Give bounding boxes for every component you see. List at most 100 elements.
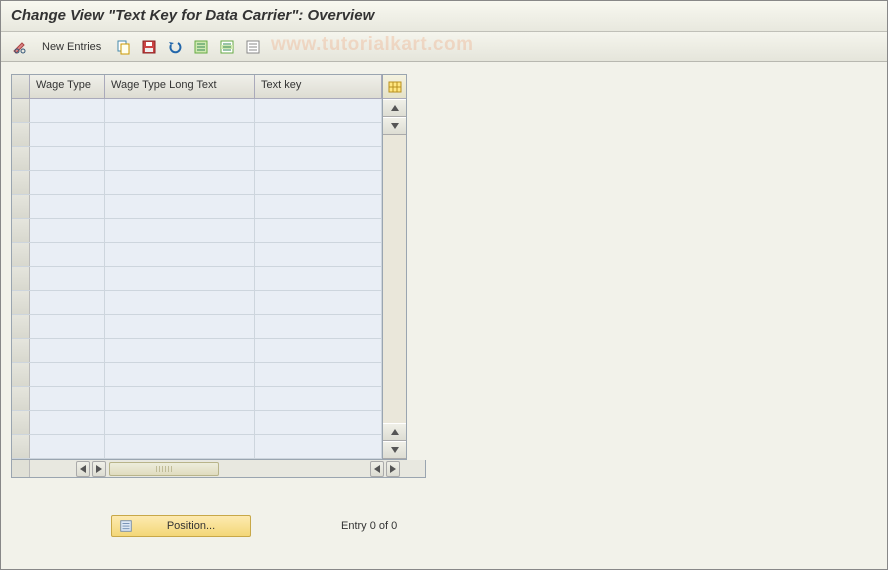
deselect-all-button[interactable] xyxy=(242,37,264,57)
scroll-right-button[interactable] xyxy=(92,461,106,477)
cell-long-text[interactable] xyxy=(105,219,255,242)
toggle-edit-button[interactable] xyxy=(9,37,31,57)
position-label: Position... xyxy=(136,520,246,532)
table-row xyxy=(12,411,382,435)
cell-text-key[interactable] xyxy=(255,219,382,242)
cell-long-text[interactable] xyxy=(105,243,255,266)
scroll-left-end-button[interactable] xyxy=(370,461,384,477)
undo-button[interactable] xyxy=(164,37,186,57)
cell-text-key[interactable] xyxy=(255,363,382,386)
cell-wage-type[interactable] xyxy=(30,291,105,314)
vertical-scrollbar xyxy=(383,74,407,460)
entry-status-text: Entry 0 of 0 xyxy=(341,520,397,532)
cell-wage-type[interactable] xyxy=(30,243,105,266)
select-all-button[interactable] xyxy=(190,37,212,57)
cell-text-key[interactable] xyxy=(255,435,382,458)
table-row xyxy=(12,243,382,267)
row-selector[interactable] xyxy=(12,291,30,314)
row-selector[interactable] xyxy=(12,147,30,170)
cell-long-text[interactable] xyxy=(105,339,255,362)
chevron-left-icon xyxy=(374,465,380,473)
save-button[interactable] xyxy=(138,37,160,57)
cell-long-text[interactable] xyxy=(105,123,255,146)
table-row xyxy=(12,339,382,363)
row-selector-header[interactable] xyxy=(12,75,30,98)
cell-long-text[interactable] xyxy=(105,195,255,218)
col-header-long-text[interactable]: Wage Type Long Text xyxy=(105,75,255,98)
cell-long-text[interactable] xyxy=(105,363,255,386)
row-selector[interactable] xyxy=(12,219,30,242)
cell-long-text[interactable] xyxy=(105,387,255,410)
undo-icon xyxy=(167,39,183,55)
cell-long-text[interactable] xyxy=(105,267,255,290)
scroll-up-button[interactable] xyxy=(383,99,406,117)
row-selector[interactable] xyxy=(12,123,30,146)
cell-long-text[interactable] xyxy=(105,291,255,314)
cell-long-text[interactable] xyxy=(105,147,255,170)
row-selector[interactable] xyxy=(12,171,30,194)
cell-wage-type[interactable] xyxy=(30,219,105,242)
row-selector[interactable] xyxy=(12,411,30,434)
cell-text-key[interactable] xyxy=(255,243,382,266)
scroll-up-bottom-button[interactable] xyxy=(383,423,406,441)
hscroll-thumb[interactable] xyxy=(109,462,219,476)
cell-wage-type[interactable] xyxy=(30,99,105,122)
scroll-track[interactable] xyxy=(383,135,406,423)
scroll-right-end-button[interactable] xyxy=(386,461,400,477)
cell-text-key[interactable] xyxy=(255,411,382,434)
cell-wage-type[interactable] xyxy=(30,123,105,146)
cell-long-text[interactable] xyxy=(105,171,255,194)
row-selector[interactable] xyxy=(12,315,30,338)
select-block-button[interactable] xyxy=(216,37,238,57)
table-row xyxy=(12,99,382,123)
cell-text-key[interactable] xyxy=(255,195,382,218)
cell-text-key[interactable] xyxy=(255,315,382,338)
cell-text-key[interactable] xyxy=(255,171,382,194)
new-entries-button[interactable]: New Entries xyxy=(35,37,108,57)
cell-wage-type[interactable] xyxy=(30,147,105,170)
cell-wage-type[interactable] xyxy=(30,195,105,218)
chevron-down-icon xyxy=(391,123,399,129)
row-selector[interactable] xyxy=(12,339,30,362)
cell-wage-type[interactable] xyxy=(30,171,105,194)
row-selector[interactable] xyxy=(12,387,30,410)
cell-wage-type[interactable] xyxy=(30,267,105,290)
row-selector[interactable] xyxy=(12,435,30,458)
scroll-left-button[interactable] xyxy=(76,461,90,477)
col-header-wage-type[interactable]: Wage Type xyxy=(30,75,105,98)
cell-wage-type[interactable] xyxy=(30,435,105,458)
table-settings-icon xyxy=(387,79,403,95)
row-selector[interactable] xyxy=(12,243,30,266)
scroll-down-button[interactable] xyxy=(383,117,406,135)
cell-text-key[interactable] xyxy=(255,291,382,314)
cell-wage-type[interactable] xyxy=(30,411,105,434)
row-selector[interactable] xyxy=(12,363,30,386)
copy-button[interactable] xyxy=(112,37,134,57)
cell-long-text[interactable] xyxy=(105,435,255,458)
toolbar: New Entries www.tutorialkart.com xyxy=(1,32,887,62)
cell-text-key[interactable] xyxy=(255,387,382,410)
chevron-right-icon xyxy=(390,465,396,473)
table-wrapper: Wage Type Wage Type Long Text Text key xyxy=(11,74,426,460)
cell-wage-type[interactable] xyxy=(30,387,105,410)
cell-text-key[interactable] xyxy=(255,99,382,122)
cell-text-key[interactable] xyxy=(255,267,382,290)
cell-long-text[interactable] xyxy=(105,315,255,338)
cell-long-text[interactable] xyxy=(105,99,255,122)
cell-text-key[interactable] xyxy=(255,147,382,170)
cell-text-key[interactable] xyxy=(255,123,382,146)
content-area: Wage Type Wage Type Long Text Text key xyxy=(1,62,887,478)
position-button[interactable]: Position... xyxy=(111,515,251,537)
row-selector[interactable] xyxy=(12,195,30,218)
grip-icon xyxy=(156,466,172,472)
col-header-text-key[interactable]: Text key xyxy=(255,75,382,98)
cell-wage-type[interactable] xyxy=(30,315,105,338)
cell-wage-type[interactable] xyxy=(30,339,105,362)
cell-long-text[interactable] xyxy=(105,411,255,434)
configure-columns-button[interactable] xyxy=(383,75,406,99)
row-selector[interactable] xyxy=(12,99,30,122)
cell-wage-type[interactable] xyxy=(30,363,105,386)
row-selector[interactable] xyxy=(12,267,30,290)
scroll-down-bottom-button[interactable] xyxy=(383,441,406,459)
cell-text-key[interactable] xyxy=(255,339,382,362)
